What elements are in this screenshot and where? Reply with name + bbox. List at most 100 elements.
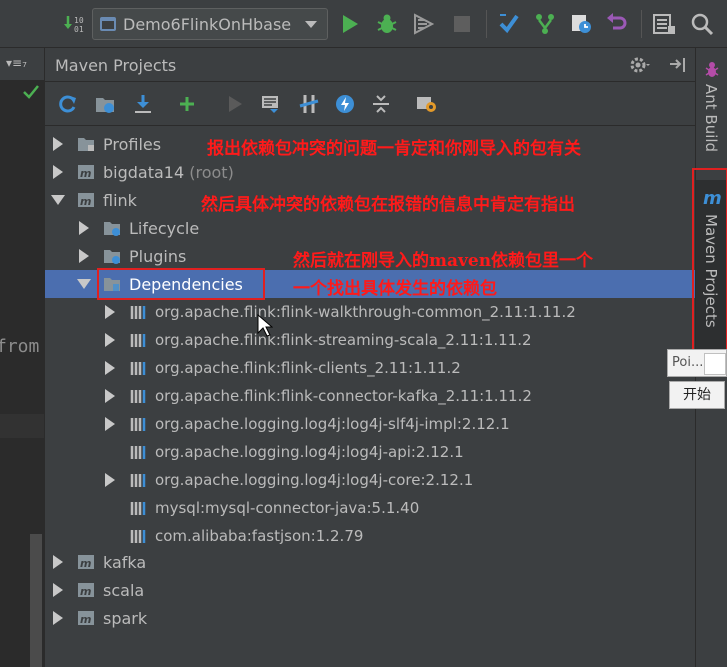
tree-node-spark[interactable]: m spark: [45, 604, 696, 632]
tab-label: Ant Build: [702, 84, 720, 153]
dependency-row[interactable]: org.apache.logging.log4j:log4j-api:2.12.…: [45, 438, 696, 466]
collapsed-arrow-icon[interactable]: [53, 611, 63, 625]
editor-scrollbar[interactable]: [30, 534, 42, 667]
svg-text:10: 10: [74, 16, 84, 25]
skip-tests-icon[interactable]: [333, 92, 357, 116]
tree-node-scala[interactable]: m scala: [45, 576, 696, 604]
lifecycle-folder-icon: [104, 222, 120, 236]
search-icon[interactable]: [690, 12, 714, 36]
collapsed-arrow-icon[interactable]: [105, 389, 115, 403]
module-suffix: (root): [189, 163, 234, 182]
popup-input-box[interactable]: [704, 353, 726, 375]
library-icon: [130, 502, 146, 515]
run-icon[interactable]: [338, 12, 362, 36]
vcs-branch-icon[interactable]: [533, 12, 557, 36]
tree-label: scala: [103, 581, 145, 600]
project-structure-icon[interactable]: [652, 12, 676, 36]
library-icon: [130, 474, 146, 487]
expanded-arrow-icon[interactable]: [51, 195, 65, 205]
library-icon: [130, 334, 146, 347]
dependency-label: org.apache.logging.log4j:log4j-slf4j-imp…: [155, 415, 510, 433]
dependency-row[interactable]: mysql:mysql-connector-java:5.1.40: [45, 494, 696, 522]
chevron-down-icon: [305, 20, 317, 28]
popup-input[interactable]: Poi...: [667, 349, 727, 377]
tree-node-kafka[interactable]: m kafka: [45, 548, 696, 576]
svg-text:m: m: [80, 585, 91, 598]
dependency-row[interactable]: org.apache.flink:flink-streaming-scala_2…: [45, 326, 696, 354]
collapsed-arrow-icon[interactable]: [105, 361, 115, 375]
ant-icon: [705, 62, 719, 77]
stop-icon[interactable]: [450, 12, 474, 36]
maven-module-icon: m: [78, 165, 94, 180]
collapsed-arrow-icon[interactable]: [79, 249, 89, 263]
maven-module-icon: m: [78, 193, 94, 208]
library-icon: [130, 390, 146, 403]
collapsed-arrow-icon[interactable]: [105, 473, 115, 487]
highlight-box: [692, 168, 727, 374]
run-config-label: Demo6FlinkOnHbase: [123, 14, 292, 34]
tree-node-lifecycle[interactable]: Lifecycle: [45, 214, 696, 242]
dependency-row[interactable]: org.apache.flink:flink-walkthrough-commo…: [45, 298, 696, 326]
dependency-row[interactable]: org.apache.logging.log4j:log4j-slf4j-imp…: [45, 410, 696, 438]
collapsed-arrow-icon[interactable]: [105, 417, 115, 431]
tree-label: Profiles: [103, 135, 162, 154]
dependency-row[interactable]: org.apache.logging.log4j:log4j-core:2.12…: [45, 466, 696, 494]
add-icon[interactable]: [175, 92, 199, 116]
collapsed-arrow-icon[interactable]: [53, 165, 63, 179]
vcs-history-icon[interactable]: [569, 12, 593, 36]
ant-build-tab[interactable]: Ant Build: [696, 56, 727, 176]
coverage-icon[interactable]: [411, 12, 435, 36]
vcs-update-icon[interactable]: [497, 12, 521, 36]
annotation-text: 然后就在刚导入的maven依赖包里一个: [293, 251, 594, 271]
gear-icon[interactable]: [629, 55, 651, 75]
tree-label: spark: [103, 609, 148, 628]
dependency-label: mysql:mysql-connector-java:5.1.40: [155, 499, 420, 517]
debug-icon[interactable]: [375, 12, 399, 36]
structure-toggle-icon[interactable]: ▾≡₇: [6, 56, 27, 70]
maven-projects-panel: Maven Projects Profiles m bigdata14 (roo…: [44, 48, 696, 667]
plugins-folder-icon: [104, 250, 120, 264]
collapsed-arrow-icon[interactable]: [105, 333, 115, 347]
toggle-offline-icon[interactable]: [297, 92, 321, 116]
run-configuration-select[interactable]: Demo6FlinkOnHbase: [92, 8, 328, 40]
tree-label: Lifecycle: [129, 219, 200, 238]
module-name: bigdata14: [103, 163, 185, 182]
run-goal-icon[interactable]: [223, 92, 247, 116]
dependency-row[interactable]: org.apache.flink:flink-clients_2.11:1.11…: [45, 354, 696, 382]
build-icon[interactable]: 10 01: [62, 12, 86, 36]
start-button-label: 开始: [683, 387, 711, 403]
highlight-box: [97, 268, 265, 300]
tree-label: bigdata14 (root): [103, 163, 234, 182]
profiles-folder-icon: [78, 138, 94, 151]
dependency-row[interactable]: com.alibaba:fastjson:1.2.79: [45, 522, 696, 550]
collapsed-arrow-icon[interactable]: [105, 305, 115, 319]
collapsed-arrow-icon[interactable]: [53, 137, 63, 151]
maven-module-icon: m: [78, 611, 94, 626]
annotation-text: 报出依赖包冲突的问题一肯定和你刚导入的包有关: [207, 139, 581, 159]
hide-panel-icon[interactable]: [667, 55, 687, 75]
collapsed-arrow-icon[interactable]: [79, 221, 89, 235]
panel-header: Maven Projects: [45, 48, 696, 82]
dependency-label: org.apache.flink:flink-streaming-scala_2…: [155, 331, 532, 349]
reimport-icon[interactable]: [55, 92, 79, 116]
library-icon: [130, 362, 146, 375]
main-toolbar: 10 01 Demo6FlinkOnHbase: [0, 0, 727, 48]
toolbar-separator: [486, 10, 487, 38]
vcs-revert-icon[interactable]: [605, 12, 629, 36]
annotation-text: 一个找出具体发生的依赖包: [293, 279, 497, 299]
expanded-arrow-icon[interactable]: [77, 279, 91, 289]
start-button[interactable]: 开始: [669, 381, 725, 409]
execute-goal-icon[interactable]: [259, 92, 283, 116]
dependency-row[interactable]: org.apache.flink:flink-connector-kafka_2…: [45, 382, 696, 410]
generate-sources-icon[interactable]: [93, 92, 117, 116]
editor-tab-gutter: ▾≡₇: [0, 48, 44, 80]
tree-node-bigdata14[interactable]: m bigdata14 (root): [45, 158, 696, 186]
collapsed-arrow-icon[interactable]: [53, 555, 63, 569]
download-icon[interactable]: [131, 92, 155, 116]
collapse-all-icon[interactable]: [369, 92, 393, 116]
tree-label: Plugins: [129, 247, 187, 266]
collapsed-arrow-icon[interactable]: [53, 583, 63, 597]
maven-settings-icon[interactable]: [415, 92, 439, 116]
dependency-label: com.alibaba:fastjson:1.2.79: [155, 527, 364, 545]
maven-module-icon: m: [78, 555, 94, 570]
